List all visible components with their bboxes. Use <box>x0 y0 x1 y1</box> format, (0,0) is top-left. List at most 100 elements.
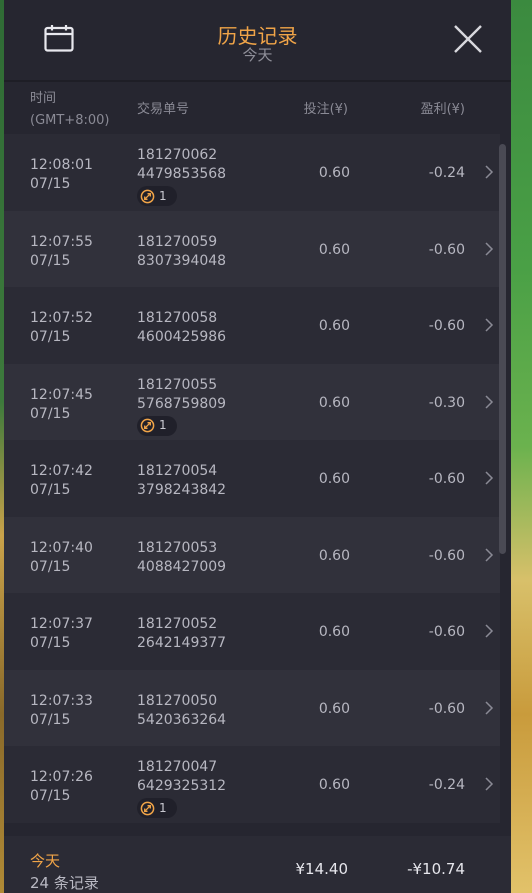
column-header: 时间 (GMT+8:00) 交易单号 投注(¥) 盈利(¥) <box>4 82 511 134</box>
history-header: 历史记录 今天 <box>4 0 511 82</box>
total-profit: -¥10.74 <box>407 860 465 878</box>
row-date-value: 07/15 <box>30 482 71 498</box>
row-bet: 0.60 <box>318 241 350 258</box>
summary-label: 今天 <box>30 852 61 870</box>
column-timezone-label: (GMT+8:00) <box>30 113 110 128</box>
row-order-line2: 8307394048 <box>137 252 227 269</box>
row-profit: -0.30 <box>428 394 465 411</box>
table-row[interactable]: 12:07:33 07/15 181270050 5420363264 0.60 -0.6… <box>4 669 500 746</box>
row-order-line1: 181270053 <box>137 539 218 556</box>
row-order: 181270050 5420363264 <box>137 692 226 730</box>
row-order: 181270062 4479853568 1 <box>137 146 226 210</box>
row-time: 12:08:01 07/15 <box>30 156 93 194</box>
row-bet: 0.60 <box>318 547 350 564</box>
table-row[interactable]: 12:08:01 07/15 181270062 4479853568 1 0.60 -0.… <box>4 134 500 211</box>
row-bet: 0.60 <box>318 165 350 181</box>
row-order: 181270054 3798243842 <box>137 462 226 500</box>
row-order-line1: 181270054 <box>137 463 218 479</box>
page-subtitle: 今天 <box>242 46 273 64</box>
close-icon[interactable] <box>451 22 485 56</box>
chevron-right-icon[interactable] <box>484 317 494 333</box>
row-bet: 0.60 <box>318 471 350 487</box>
chevron-right-icon[interactable] <box>484 700 494 716</box>
row-order-line2: 4479853568 <box>137 166 227 182</box>
row-bet: 0.60 <box>318 394 350 411</box>
column-profit: 盈利(¥) <box>420 102 465 117</box>
row-time-value: 12:07:33 <box>30 692 93 709</box>
chevron-right-icon[interactable] <box>484 623 494 639</box>
row-order-line2: 5420363264 <box>137 711 227 728</box>
row-order-line2: 4088427009 <box>137 558 227 575</box>
row-profit: -0.24 <box>428 777 465 793</box>
history-list[interactable]: 12:08:01 07/15 181270062 4479853568 1 0.60 -0.… <box>4 134 500 830</box>
row-bet: 0.60 <box>318 777 350 793</box>
row-order: 181270058 4600425986 <box>137 309 226 347</box>
row-order-line1: 181270058 <box>137 310 218 326</box>
row-order-line1: 181270059 <box>137 233 218 250</box>
free-spin-count: 1 <box>159 418 167 432</box>
column-time: 时间 (GMT+8:00) <box>30 88 109 132</box>
row-order: 181270052 2642149377 <box>137 615 226 653</box>
free-spin-badge: 1 <box>137 415 177 436</box>
row-time-value: 12:07:26 <box>30 769 93 785</box>
chevron-right-icon[interactable] <box>484 164 494 180</box>
free-spin-badge: 1 <box>137 186 177 206</box>
row-date-value: 07/15 <box>30 252 71 269</box>
table-row[interactable]: 12:07:40 07/15 181270053 4088427009 0.60 -0.6… <box>4 516 500 593</box>
summary-footer: 今天 24 条记录 ¥14.40 -¥10.74 <box>4 836 511 893</box>
row-profit: -0.60 <box>428 624 465 640</box>
row-profit: -0.24 <box>428 165 465 181</box>
column-bet: 投注(¥) <box>303 102 348 117</box>
record-count: 24 条记录 <box>30 874 99 892</box>
chevron-right-icon[interactable] <box>484 241 494 257</box>
row-order-line1: 181270047 <box>137 759 218 775</box>
row-date-value: 07/15 <box>30 711 71 728</box>
row-time: 12:07:40 07/15 <box>30 539 93 577</box>
row-time-value: 12:07:40 <box>30 539 93 556</box>
table-row[interactable]: 12:07:37 07/15 181270052 2642149377 0.60 -0.6… <box>4 593 500 670</box>
row-order: 181270053 4088427009 <box>137 539 226 577</box>
chevron-right-icon[interactable] <box>484 470 494 486</box>
row-time: 12:07:52 07/15 <box>30 309 93 347</box>
free-spin-icon <box>140 801 155 815</box>
row-date-value: 07/15 <box>30 405 71 422</box>
table-row[interactable]: 12:07:45 07/15 181270055 5768759809 1 0.60 -0.… <box>4 363 500 440</box>
free-spin-count: 1 <box>159 188 167 203</box>
row-profit: -0.60 <box>428 700 465 717</box>
row-bet: 0.60 <box>318 624 350 640</box>
row-time-value: 12:07:52 <box>30 310 93 326</box>
row-time-value: 12:07:37 <box>30 616 93 632</box>
row-time: 12:07:37 07/15 <box>30 615 93 653</box>
row-time-value: 12:07:42 <box>30 463 93 479</box>
row-profit: -0.60 <box>428 318 465 334</box>
chevron-right-icon[interactable] <box>484 776 494 792</box>
free-spin-icon <box>140 189 155 203</box>
row-order-line1: 181270062 <box>137 147 218 163</box>
row-time: 12:07:42 07/15 <box>30 462 93 500</box>
table-row[interactable]: 12:07:42 07/15 181270054 3798243842 0.60 -0.6… <box>4 440 500 517</box>
row-order-line2: 3798243842 <box>137 482 227 498</box>
row-time-value: 12:08:01 <box>30 157 93 173</box>
free-spin-badge: 1 <box>137 798 177 818</box>
history-panel: 历史记录 今天 时间 (GMT+8:00) 交易单号 投注(¥) 盈利(¥) 1… <box>4 0 511 893</box>
row-order-line2: 5768759809 <box>137 395 227 412</box>
row-order-line1: 181270050 <box>137 692 218 709</box>
row-bet: 0.60 <box>318 700 350 717</box>
table-row[interactable]: 12:07:26 07/15 181270047 6429325312 1 0.60 -0.… <box>4 746 500 823</box>
table-row[interactable]: 12:07:55 07/15 181270059 8307394048 0.60 -0.6… <box>4 210 500 287</box>
row-time: 12:07:45 07/15 <box>30 386 93 424</box>
background-scene-right <box>510 0 532 893</box>
row-order-line1: 181270055 <box>137 376 218 393</box>
row-profit: -0.60 <box>428 241 465 258</box>
row-date-value: 07/15 <box>30 558 71 575</box>
chevron-right-icon[interactable] <box>484 394 494 410</box>
row-time: 12:07:26 07/15 <box>30 768 93 806</box>
scrollbar[interactable] <box>499 144 506 554</box>
row-order-line2: 4600425986 <box>137 329 227 345</box>
chevron-right-icon[interactable] <box>484 547 494 563</box>
row-time-value: 12:07:45 <box>30 386 93 403</box>
row-date-value: 07/15 <box>30 176 71 192</box>
table-row[interactable]: 12:07:52 07/15 181270058 4600425986 0.60 -0.6… <box>4 287 500 364</box>
row-profit: -0.60 <box>428 547 465 564</box>
row-time-value: 12:07:55 <box>30 233 93 250</box>
